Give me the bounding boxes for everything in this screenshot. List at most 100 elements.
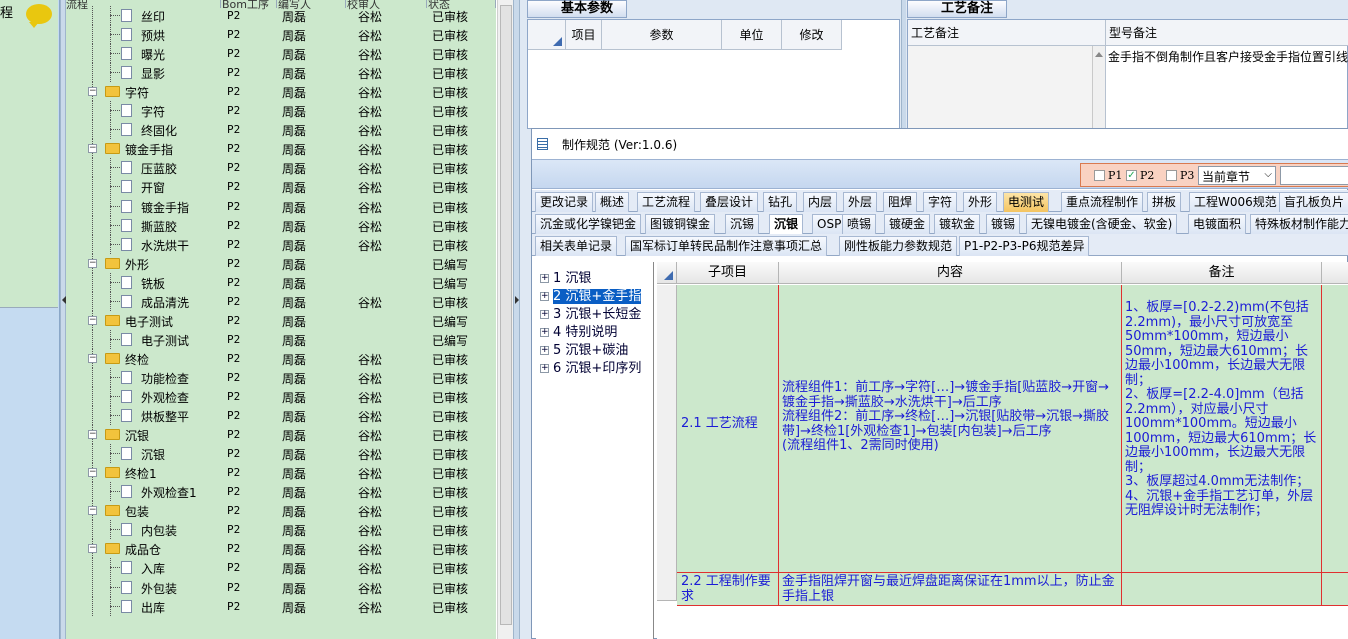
row2-remark[interactable] <box>1122 573 1322 606</box>
collapse-icon[interactable]: − <box>88 144 97 153</box>
tree-folder-row[interactable]: − 外形 P2 周磊 已编写 <box>66 254 496 273</box>
tab-tabs-row1-10[interactable]: 电测试 <box>1003 192 1050 212</box>
expand-icon[interactable]: + <box>540 346 549 355</box>
tree-leaf-row[interactable]: 水洗烘干 P2 周磊 谷松 已审核 <box>66 235 496 254</box>
tab-tabs-row1-13[interactable]: 工程W006规范 <box>1189 192 1282 212</box>
tree-leaf-row[interactable]: 出库 P2 周磊 谷松 已审核 <box>66 597 496 616</box>
model-note-text[interactable]: 金手指不倒角制作且客户接受金手指位置引线 <box>1108 48 1348 130</box>
tab-tabs-row1-9[interactable]: 外形 <box>963 192 998 212</box>
tab-tabs-row1-7[interactable]: 阻焊 <box>883 192 918 212</box>
tab-tabs-row3-0[interactable]: 相关表单记录 <box>535 236 618 256</box>
tree-folder-row[interactable]: − 成品仓 P2 周磊 谷松 已审核 <box>66 539 496 558</box>
collapse-icon[interactable]: − <box>88 430 97 439</box>
tab-tabs-row1-12[interactable]: 拼板 <box>1147 192 1182 212</box>
tree-leaf-row[interactable]: 丝印 P2 周磊 谷松 已审核 <box>66 6 496 25</box>
checkbox-p1[interactable] <box>1094 170 1105 181</box>
tab-tabs-row2-3[interactable]: 沉银 <box>769 214 804 235</box>
tab-tabs-row1-1[interactable]: 概述 <box>595 192 630 212</box>
collapse-icon[interactable]: − <box>88 544 97 553</box>
col-header-sub-item[interactable]: 子项目 <box>677 262 779 284</box>
tab-tabs-row2-6[interactable]: 镀硬金 <box>884 214 931 234</box>
collapse-icon[interactable]: − <box>88 354 97 363</box>
expand-icon[interactable]: + <box>540 292 549 301</box>
dialog-titlebar[interactable]: 制作规范 (Ver:1.0.6) <box>532 129 1348 159</box>
speech-bubble-icon[interactable] <box>26 4 52 28</box>
collapse-icon[interactable]: − <box>88 259 97 268</box>
tree-leaf-row[interactable]: 功能检查 P2 周磊 谷松 已审核 <box>66 368 496 387</box>
tree-leaf-row[interactable]: 烘板整平 P2 周磊 谷松 已审核 <box>66 406 496 425</box>
tab-tabs-row1-3[interactable]: 叠层设计 <box>700 192 759 212</box>
tab-tabs-row1-5[interactable]: 内层 <box>803 192 838 212</box>
tab-tabs-row1-4[interactable]: 钻孔 <box>763 192 798 212</box>
tab-basic-params[interactable]: 基本参数 <box>527 0 627 18</box>
tab-tabs-row2-7[interactable]: 镀软金 <box>934 214 981 234</box>
row-header[interactable] <box>657 285 677 601</box>
tree-leaf-row[interactable]: 开窗 P2 周磊 谷松 已审核 <box>66 177 496 196</box>
col-header-content[interactable]: 内容 <box>779 262 1122 284</box>
expand-icon[interactable]: + <box>540 310 549 319</box>
tree-leaf-row[interactable]: 字符 P2 周磊 谷松 已审核 <box>66 101 496 120</box>
tree-leaf-row[interactable]: 电子测试 P2 周磊 已编写 <box>66 330 496 349</box>
tree-leaf-row[interactable]: 沉银 P2 周磊 谷松 已审核 <box>66 444 496 463</box>
collapse-icon[interactable]: − <box>88 316 97 325</box>
row1-sub-item[interactable]: 2.1 工艺流程 <box>677 285 779 573</box>
nav-tree-item[interactable]: +6 沉银+印序列 <box>540 357 641 376</box>
tab-tabs-row2-8[interactable]: 镀锡 <box>986 214 1021 234</box>
collapse-icon[interactable]: − <box>88 506 97 515</box>
collapse-icon[interactable]: − <box>88 468 97 477</box>
chapter-select[interactable]: 当前章节 ⌵ <box>1198 166 1276 185</box>
tree-leaf-row[interactable]: 预烘 P2 周磊 谷松 已审核 <box>66 25 496 44</box>
tree-folder-row[interactable]: − 包装 P2 周磊 谷松 已审核 <box>66 501 496 520</box>
search-input[interactable] <box>1280 166 1348 185</box>
tab-tabs-row2-9[interactable]: 无镍电镀金(含硬金、软金) <box>1026 214 1178 234</box>
tab-tabs-row2-2[interactable]: 沉锡 <box>725 214 760 234</box>
nav-tree-item[interactable]: +3 沉银+长短金 <box>540 303 641 322</box>
tree-folder-row[interactable]: − 沉银 P2 周磊 谷松 已审核 <box>66 425 496 444</box>
tree-vertical-scrollbar[interactable] <box>497 0 513 639</box>
tree-folder-row[interactable]: − 字符 P2 周磊 谷松 已审核 <box>66 82 496 101</box>
expand-icon[interactable]: + <box>540 274 549 283</box>
tree-folder-row[interactable]: − 电子测试 P2 周磊 已编写 <box>66 311 496 330</box>
tree-leaf-row[interactable]: 外观检查1 P2 周磊 谷松 已审核 <box>66 482 496 501</box>
col-header-modify[interactable]: 修改 <box>782 20 842 50</box>
tree-folder-row[interactable]: − 终检1 P2 周磊 谷松 已审核 <box>66 463 496 482</box>
tab-tabs-row1-6[interactable]: 外层 <box>843 192 878 212</box>
tab-tabs-row1-8[interactable]: 字符 <box>923 192 958 212</box>
col-header-param[interactable]: 参数 <box>602 20 722 50</box>
process-note-textarea[interactable] <box>908 46 1093 130</box>
center-splitter[interactable] <box>513 0 520 639</box>
col-header-remark[interactable]: 备注 <box>1122 262 1322 284</box>
tab-tabs-row3-3[interactable]: P1-P2-P3-P6规范差异 <box>959 236 1090 256</box>
row2-sub-item[interactable]: 2.2 工程制作要求 <box>677 573 779 606</box>
tab-tabs-row1-11[interactable]: 重点流程制作 <box>1061 192 1144 212</box>
tree-folder-row[interactable]: − 终检 P2 周磊 谷松 已审核 <box>66 349 496 368</box>
process-note-scrollbar[interactable] <box>1093 46 1106 130</box>
tree-leaf-row[interactable]: 镀金手指 P2 周磊 谷松 已审核 <box>66 197 496 216</box>
tree-leaf-row[interactable]: 成品清洗 P2 周磊 谷松 已审核 <box>66 292 496 311</box>
tree-leaf-row[interactable]: 撕蓝胶 P2 周磊 谷松 已审核 <box>66 216 496 235</box>
row1-content[interactable]: 流程组件1：前工序→字符[…]→镀金手指[贴蓝胶→开窗→镀金手指→撕蓝胶→水洗烘… <box>779 285 1122 573</box>
tree-leaf-row[interactable]: 显影 P2 周磊 谷松 已审核 <box>66 63 496 82</box>
expand-icon[interactable]: + <box>540 328 549 337</box>
col-header-unit[interactable]: 单位 <box>722 20 782 50</box>
tree-leaf-row[interactable]: 终固化 P2 周磊 谷松 已审核 <box>66 120 496 139</box>
row2-extra[interactable] <box>1322 573 1348 606</box>
collapse-icon[interactable]: − <box>88 87 97 96</box>
tab-tabs-row1-14[interactable]: 盲孔板负片 <box>1279 192 1348 212</box>
checkbox-p2[interactable]: ✓ <box>1126 170 1137 181</box>
tab-tabs-row1-2[interactable]: 工艺流程 <box>637 192 696 212</box>
nav-tree-item[interactable]: +5 沉银+碳油 <box>540 339 628 358</box>
nav-tree-item[interactable]: +1 沉银 <box>540 267 591 286</box>
tab-tabs-row2-0[interactable]: 沉金或化学镍钯金 <box>535 214 642 234</box>
tab-tabs-row2-5[interactable]: 喷锡 <box>842 214 877 234</box>
tree-leaf-row[interactable]: 曝光 P2 周磊 谷松 已审核 <box>66 44 496 63</box>
tab-tabs-row2-10[interactable]: 电镀面积 <box>1188 214 1247 234</box>
tree-leaf-row[interactable]: 铣板 P2 周磊 已编写 <box>66 273 496 292</box>
tab-process-notes[interactable]: 工艺备注 <box>907 0 1007 18</box>
panel-splitter[interactable] <box>901 0 906 130</box>
tab-tabs-row3-1[interactable]: 国军标订单转民品制作注意事项汇总 <box>625 236 828 256</box>
tree-leaf-row[interactable]: 内包装 P2 周磊 谷松 已审核 <box>66 520 496 539</box>
scrollbar-thumb[interactable] <box>500 5 512 625</box>
tree-leaf-row[interactable]: 外包装 P2 周磊 谷松 已审核 <box>66 578 496 597</box>
row1-extra[interactable] <box>1322 285 1348 573</box>
